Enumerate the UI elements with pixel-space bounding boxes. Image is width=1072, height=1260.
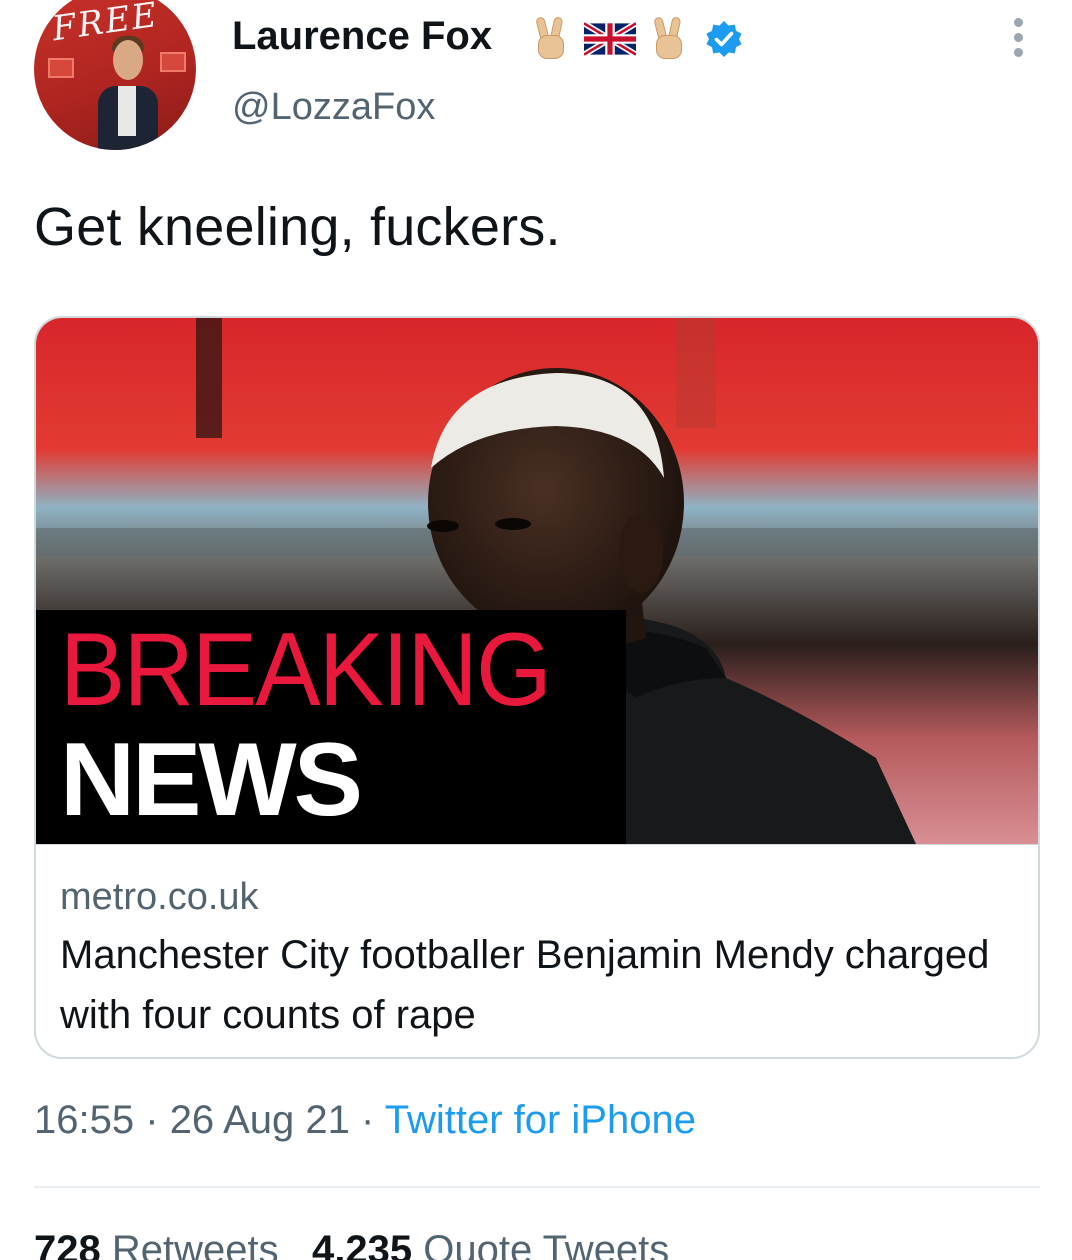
avatar-person-head — [113, 40, 143, 80]
avatar-background-detail — [160, 52, 186, 72]
divider — [34, 1186, 1040, 1188]
quote-tweets-label: Quote Tweets — [423, 1228, 670, 1260]
meta-separator: · — [361, 1098, 375, 1142]
quote-tweets-count: 4,235 — [311, 1228, 413, 1260]
link-domain: metro.co.uk — [60, 876, 259, 918]
verified-badge-icon — [706, 21, 742, 57]
tweet-source-link[interactable]: Twitter for iPhone — [385, 1098, 696, 1142]
avatar-background-detail — [48, 58, 74, 78]
link-preview-card[interactable]: BREAKING NEWS metro.co.uk Manchester Cit… — [34, 316, 1040, 1059]
link-title: Manchester City footballer Benjamin Mend… — [60, 932, 990, 1037]
more-options-icon[interactable] — [1006, 18, 1030, 62]
news-text: NEWS — [60, 722, 363, 838]
tweet-time[interactable]: 16:55 — [34, 1098, 134, 1142]
tweet-stats: 728 Retweets 4,235 Quote Tweets — [34, 1228, 669, 1260]
breaking-text: BREAKING — [60, 612, 552, 728]
retweets-count: 728 — [34, 1228, 101, 1260]
retweets-stat[interactable]: 728 Retweets — [34, 1228, 290, 1260]
tweet-meta-line: 16:55 · 26 Aug 21 · Twitter for iPhone — [34, 1098, 696, 1143]
link-preview-meta: metro.co.uk Manchester City footballer B… — [36, 844, 1038, 1057]
name-emoji-row — [532, 14, 744, 64]
avatar-graffiti-text: FREE — [49, 0, 162, 50]
link-preview-image: BREAKING NEWS — [36, 318, 1038, 844]
author-avatar[interactable]: FREE — [34, 0, 196, 150]
author-handle[interactable]: @LozzaFox — [232, 86, 435, 129]
tweet-text: Get kneeling, fuckers. — [34, 197, 561, 257]
uk-flag-icon — [584, 22, 636, 56]
author-display-name[interactable]: Laurence Fox — [232, 14, 492, 59]
avatar-person-shirt — [118, 86, 136, 136]
meta-separator: · — [145, 1098, 159, 1142]
tweet-detail: FREE Laurence Fox @LozzaFox Get kneeling… — [0, 0, 1072, 1260]
victory-hand-icon — [650, 16, 688, 61]
victory-hand-icon — [532, 16, 570, 61]
tweet-date[interactable]: 26 Aug 21 — [170, 1098, 350, 1142]
quote-tweets-stat[interactable]: 4,235 Quote Tweets — [312, 1228, 669, 1260]
retweets-label: Retweets — [111, 1228, 279, 1260]
